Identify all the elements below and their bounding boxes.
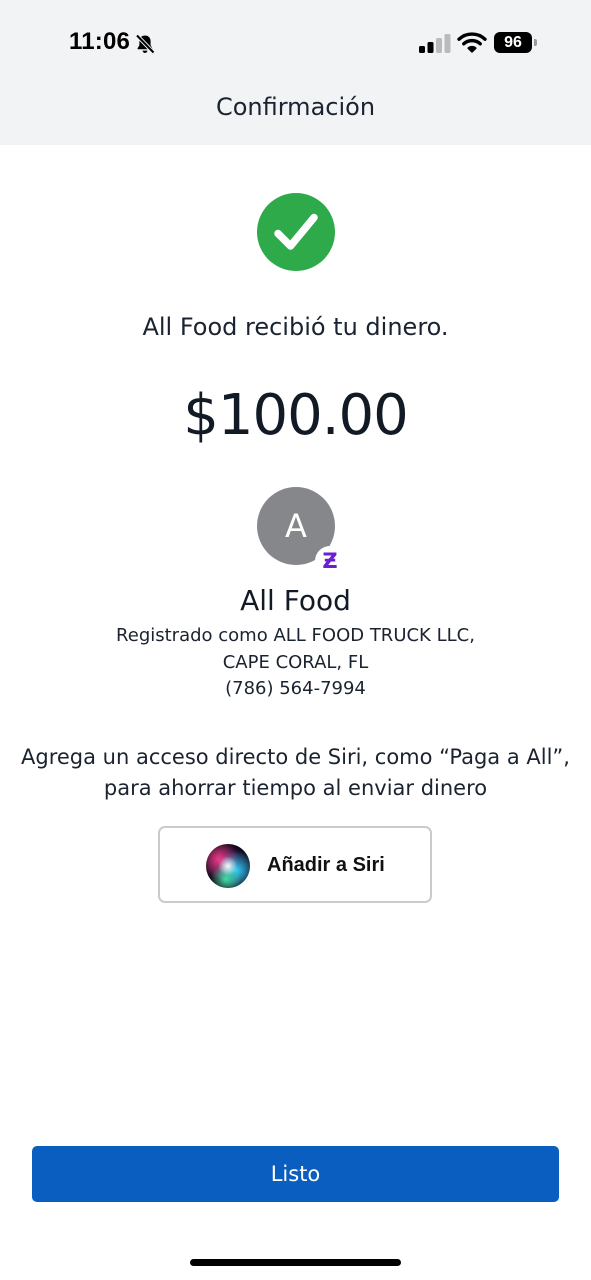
- add-to-siri-button[interactable]: Añadir a Siri: [158, 826, 432, 903]
- zelle-z-icon: Ƶ: [315, 546, 345, 576]
- battery-level: 96: [494, 32, 532, 53]
- wifi-icon: [457, 32, 487, 53]
- bell-off-icon: [135, 34, 155, 54]
- status-bar: 11:06 96: [0, 0, 591, 88]
- signal-icon: [419, 34, 451, 53]
- status-time: 11:06: [69, 28, 131, 55]
- confirmation-message: All Food recibió tu dinero.: [142, 313, 449, 341]
- battery-tip: [534, 39, 537, 46]
- amount-sent: $100.00: [183, 383, 409, 448]
- done-button[interactable]: Listo: [32, 1146, 559, 1202]
- siri-icon: [206, 844, 250, 888]
- recipient-name: All Food: [240, 584, 351, 617]
- home-indicator[interactable]: [190, 1259, 401, 1266]
- top-area: 11:06 96 Confirmación: [0, 0, 591, 145]
- recipient-registration: Registrado como ALL FOOD TRUCK LLC, CAPE…: [116, 625, 475, 673]
- add-to-siri-label: Añadir a Siri: [267, 854, 385, 876]
- siri-shortcut-promo: Agrega un acceso directo de Siri, como “…: [21, 745, 570, 800]
- recipient-phone: (786) 564-7994: [225, 678, 366, 699]
- page-title: Confirmación: [215, 93, 376, 121]
- battery-icon: 96: [494, 32, 538, 53]
- check-circle-icon: [257, 193, 335, 271]
